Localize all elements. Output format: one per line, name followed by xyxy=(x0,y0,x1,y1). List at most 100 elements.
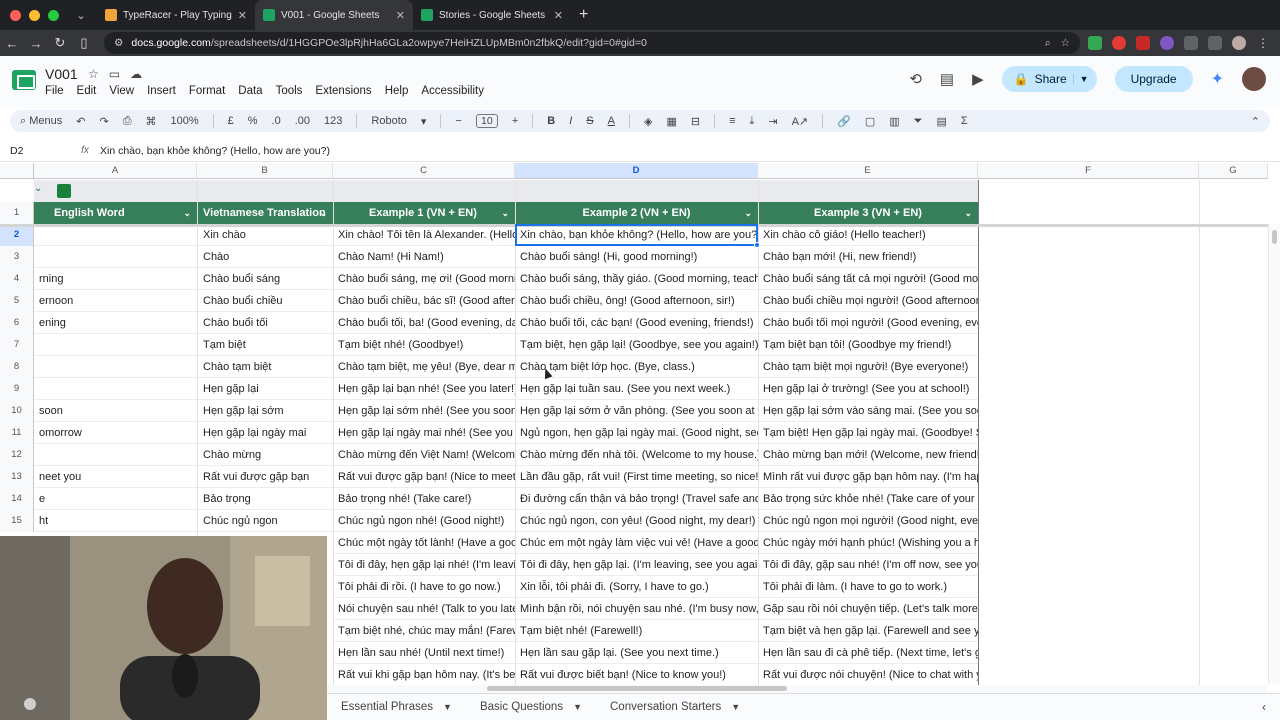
table-cell[interactable]: Chào buổi sáng xyxy=(197,268,333,290)
strikethrough-icon[interactable]: S xyxy=(586,115,593,127)
more-menu-icon[interactable]: ⋮ xyxy=(1256,36,1270,50)
font-size-input[interactable]: 10 xyxy=(475,114,498,128)
table-cell[interactable]: Chúc một ngày tốt lành! (Have a good da xyxy=(333,532,515,554)
table-cell[interactable]: Tạm biệt nhé, chúc may mắn! (Farewell, g xyxy=(333,620,515,642)
table-cell[interactable]: Bảo trọng nhé! (Take care!) xyxy=(333,488,515,510)
column-header-b[interactable]: B xyxy=(197,163,333,179)
table-cell[interactable]: Lần đầu gặp, rất vui! (First time meetin… xyxy=(515,466,758,488)
table-cell[interactable]: Xin lỗi, tôi phải đi. (Sorry, I have to … xyxy=(515,576,758,598)
menu-accessibility[interactable]: Accessibility xyxy=(421,85,484,97)
chevron-down-icon[interactable]: ⌄ xyxy=(183,202,191,224)
tab-search-icon[interactable]: ⌄ xyxy=(73,9,89,22)
table-cell[interactable] xyxy=(34,378,197,400)
table-cell[interactable]: Chào mừng đến Việt Nam! (Welcome to V xyxy=(333,444,515,466)
move-folder-icon[interactable]: ▭ xyxy=(109,67,120,81)
sheet-tab-essential-phrases[interactable]: Essential Phrases ▼ xyxy=(327,701,466,713)
menu-format[interactable]: Format xyxy=(189,85,225,97)
row-header[interactable]: 3 xyxy=(0,246,34,268)
row-header[interactable]: 13 xyxy=(0,466,34,488)
table-cell[interactable]: Nói chuyện sau nhé! (Talk to you later!) xyxy=(333,598,515,620)
table-cell[interactable]: Chào buổi tối mọi người! (Good evening, … xyxy=(758,312,978,334)
table-cell[interactable]: Hẹn gặp lại sớm xyxy=(197,400,333,422)
table-cell[interactable]: Hẹn gặp lại ở trường! (See you at school… xyxy=(758,378,978,400)
currency-format-button[interactable]: £ xyxy=(228,115,234,127)
horizontal-align-icon[interactable]: ≡ xyxy=(729,115,735,127)
table-cell[interactable]: Bảo trọng xyxy=(197,488,333,510)
menu-file[interactable]: File xyxy=(45,85,64,97)
chevron-down-icon[interactable]: ⌄ xyxy=(964,202,972,224)
row-header[interactable]: 11 xyxy=(0,422,34,444)
browser-tab-0[interactable]: TypeRacer - Play Typing Gam ✕ xyxy=(97,0,255,30)
table-cell[interactable]: Xin chào! Tôi tên là Alexander. (Hello! … xyxy=(333,224,515,246)
table-cell[interactable]: Bảo trọng sức khỏe nhé! (Take care of yo… xyxy=(758,488,978,510)
number-format-button[interactable]: 123 xyxy=(324,115,342,127)
table-cell[interactable]: Chúc ngày mới hạnh phúc! (Wishing you a … xyxy=(758,532,978,554)
table-cell[interactable]: Hẹn gặp lại bạn nhé! (See you later!) xyxy=(333,378,515,400)
row-header[interactable]: 10 xyxy=(0,400,34,422)
font-size-decrease-icon[interactable]: − xyxy=(455,115,461,127)
row-header[interactable]: 4 xyxy=(0,268,34,290)
scroll-thumb[interactable] xyxy=(487,686,787,691)
text-wrapping-icon[interactable]: ⇥ xyxy=(768,115,777,128)
table-header-english-word[interactable]: English Word ⌄ xyxy=(34,202,197,224)
table-cell[interactable]: Chào buổi sáng, mẹ ơi! (Good morning, m xyxy=(333,268,515,290)
menu-view[interactable]: View xyxy=(109,85,134,97)
column-header-g[interactable]: G xyxy=(1199,163,1268,179)
undo-icon[interactable]: ↶ xyxy=(76,115,85,128)
row-header[interactable]: 15 xyxy=(0,510,34,532)
sheets-logo-icon[interactable] xyxy=(12,70,36,90)
cloud-status-icon[interactable]: ☁ xyxy=(130,67,142,81)
row-header[interactable]: 2 xyxy=(0,224,34,246)
sidebar-icon[interactable]: ▯ xyxy=(72,35,96,51)
row-header[interactable]: 8 xyxy=(0,356,34,378)
bookmark-star-icon[interactable]: ☆ xyxy=(1061,37,1070,50)
forward-icon[interactable]: → xyxy=(24,36,48,51)
chevron-down-icon[interactable]: ▼ xyxy=(1072,74,1089,84)
table-cell[interactable]: Tạm biệt nhé! (Goodbye!) xyxy=(333,334,515,356)
filter-views-icon[interactable]: ▤ xyxy=(936,115,946,128)
document-title[interactable]: V001 xyxy=(45,66,78,82)
extension-icon[interactable] xyxy=(1112,36,1126,50)
reload-icon[interactable]: ↻ xyxy=(48,35,72,51)
star-icon[interactable]: ☆ xyxy=(88,67,99,81)
font-size-increase-icon[interactable]: + xyxy=(512,115,518,127)
table-cell[interactable]: Rất vui được nói chuyện! (Nice to chat w… xyxy=(758,664,978,686)
browser-tab-2[interactable]: Stories - Google Sheets ✕ xyxy=(413,0,571,30)
row-header[interactable]: 6 xyxy=(0,312,34,334)
table-icon[interactable] xyxy=(57,184,71,198)
search-menus[interactable]: ⌕ Menus xyxy=(20,115,62,128)
table-cell[interactable] xyxy=(34,246,197,268)
table-cell[interactable]: Tạm biệt và hẹn gặp lại. (Farewell and s… xyxy=(758,620,978,642)
bold-icon[interactable]: B xyxy=(547,115,555,127)
vertical-scrollbar[interactable] xyxy=(1268,224,1280,684)
back-icon[interactable]: ← xyxy=(0,36,24,51)
minimize-window-button[interactable] xyxy=(29,9,40,21)
merge-cells-icon[interactable]: ⊟ xyxy=(691,115,700,128)
table-cell[interactable]: Chúc ngủ ngon, con yêu! (Good night, my … xyxy=(515,510,758,532)
extensions-puzzle-icon[interactable] xyxy=(1184,36,1198,50)
table-cell[interactable]: Hẹn gặp lại tuần sau. (See you next week… xyxy=(515,378,758,400)
horizontal-scrollbar[interactable] xyxy=(327,685,1267,693)
table-cell[interactable]: Rất vui được gặp bạn! (Nice to meet you! xyxy=(333,466,515,488)
table-cell[interactable] xyxy=(34,334,197,356)
table-cell[interactable]: Chào bạn mới! (Hi, new friend!) xyxy=(758,246,978,268)
table-cell[interactable]: Hẹn gặp lại xyxy=(197,378,333,400)
table-cell[interactable]: Chào mừng xyxy=(197,444,333,466)
fill-handle[interactable] xyxy=(754,242,760,248)
text-rotation-icon[interactable]: A↗ xyxy=(792,115,809,128)
table-cell[interactable]: Chúc ngủ ngon mọi người! (Good night, ev… xyxy=(758,510,978,532)
table-cell[interactable]: Mình bận rồi, nói chuyện sau nhé. (I'm b… xyxy=(515,598,758,620)
scroll-thumb[interactable] xyxy=(1272,230,1277,244)
table-cell[interactable]: Tôi đi đây, gặp sau nhé! (I'm off now, s… xyxy=(758,554,978,576)
table-cell[interactable]: Chào tạm biệt mọi người! (Bye everyone!) xyxy=(758,356,978,378)
borders-icon[interactable]: ▦ xyxy=(666,115,676,128)
table-cell[interactable]: omorrow xyxy=(34,422,197,444)
browser-tab-1[interactable]: V001 - Google Sheets ✕ xyxy=(255,0,413,30)
table-header-example-1[interactable]: Example 1 (VN + EN) ⌄ xyxy=(333,202,515,224)
table-cell[interactable]: Chào buổi chiều, ông! (Good afternoon, s… xyxy=(515,290,758,312)
vertical-align-icon[interactable]: ⤓ xyxy=(750,115,755,128)
table-cell[interactable]: Chào buổi tối, các bạn! (Good evening, f… xyxy=(515,312,758,334)
table-cell[interactable]: Tôi phải đi làm. (I have to go to work.) xyxy=(758,576,978,598)
insert-chart-icon[interactable]: ▥ xyxy=(889,115,899,128)
table-cell[interactable]: rning xyxy=(34,268,197,290)
